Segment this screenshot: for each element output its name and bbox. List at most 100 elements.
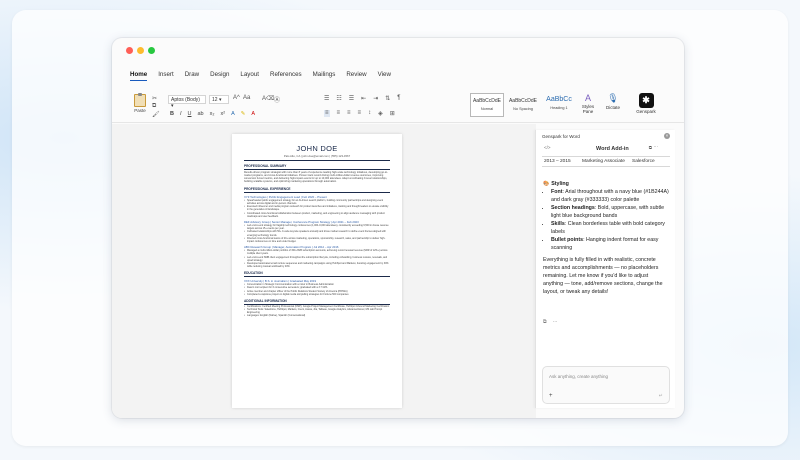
copy-icon[interactable]: ⧉ (152, 103, 156, 110)
genspark-logo-icon: ✱ (638, 93, 654, 108)
style-label: No Spacing (513, 107, 533, 111)
font-size-select[interactable]: 12 ▾ (209, 95, 229, 104)
style-heading-1[interactable]: AaBbCc Heading 1 (542, 93, 576, 117)
style-sample: AaBbCcDdE (508, 98, 538, 104)
superscript-icon[interactable]: x² (221, 111, 226, 117)
list-item: Bullet points: Hanging indent format for… (551, 236, 669, 252)
change-case-icon[interactable]: Ⓐ (274, 95, 280, 104)
strikethrough-icon[interactable]: ab (198, 111, 204, 117)
table-cell: Marketing Associate (580, 156, 630, 167)
chat-input[interactable]: Ask anything, create anything (549, 374, 608, 379)
dictate-label: Dictate (605, 105, 620, 110)
justify-icon[interactable]: ≡ (358, 110, 362, 117)
table-cell: 2013 – 2015 (542, 156, 580, 167)
close-window-button[interactable] (126, 47, 133, 54)
increase-indent-icon[interactable]: ⇥ (373, 95, 378, 102)
tab-mailings[interactable]: Mailings (313, 71, 336, 81)
item-text: : Arial throughout with a navy blue (#1B… (551, 189, 669, 203)
show-marks-icon[interactable]: ¶ (397, 95, 400, 102)
tab-view[interactable]: View (378, 71, 391, 81)
tab-references[interactable]: References (270, 71, 302, 81)
bullets-icon[interactable]: ☰ (324, 95, 329, 102)
chat-composer[interactable]: Ask anything, create anything + ↵ (542, 366, 670, 404)
tab-home[interactable]: Home (130, 71, 148, 81)
genspark-addin-panel: Genspark for Word × </> Word Add-in ⧉ ··… (535, 130, 675, 408)
numbering-icon[interactable]: ☷ (336, 95, 341, 102)
add-attachment-icon[interactable]: + (549, 393, 553, 399)
assistant-message: 🎨 Styling Font: Arial throughout with a … (543, 180, 669, 296)
minimize-window-button[interactable] (137, 47, 144, 54)
list-item: Skills: Clean borderless table with bold… (551, 220, 669, 236)
styles-pane-button[interactable]: A Styles Pane (580, 93, 596, 114)
shrink-font-icon[interactable]: Aa (243, 95, 250, 101)
cut-icon[interactable]: ✂ (152, 95, 157, 102)
clear-formatting-icon[interactable]: A⌫ (262, 95, 275, 102)
borders-icon[interactable]: ⊞ (390, 110, 395, 117)
additional-bullet: Languages: English (Native), Spanish (Co… (244, 314, 390, 317)
highlight-icon[interactable]: ✎ (241, 111, 246, 117)
open-external-icon[interactable]: ⧉ (649, 145, 652, 150)
style-sample: AaBbCcDdE (472, 98, 502, 104)
shading-icon[interactable]: ◈ (378, 110, 383, 117)
grow-font-icon[interactable]: A^ (233, 95, 240, 101)
tab-layout[interactable]: Layout (240, 71, 259, 81)
summary-text: Results-driven program strategist with m… (244, 170, 388, 184)
align-right-icon[interactable]: ≡ (347, 110, 351, 117)
font-name-select[interactable]: Aptos (Body) ▾ (168, 95, 206, 109)
tab-design[interactable]: Design (210, 71, 229, 81)
underline-icon[interactable]: U (188, 111, 192, 117)
styling-title: Styling (551, 181, 569, 187)
code-icon[interactable]: </> (544, 145, 551, 150)
line-spacing-icon[interactable]: ↕ (368, 110, 371, 117)
subscript-icon[interactable]: x₂ (210, 111, 215, 117)
item-label: Bullet points (551, 237, 584, 243)
paste-button[interactable]: Paste (130, 93, 150, 113)
preview-table: 2013 – 2015 Marketing Associate Salesfor… (542, 156, 670, 167)
format-painter-icon[interactable]: 🖌 (152, 111, 160, 118)
resume-contact: Palo Alto, CA | john.doe@email.com | (55… (244, 154, 390, 161)
copy-icon[interactable]: ⧉ (543, 319, 547, 325)
paragraph-row-1: ☰ ☷ ☰ ⇤ ⇥ ⇅ ¶ (324, 95, 401, 102)
align-left-icon[interactable]: ≡ (324, 110, 330, 117)
decrease-indent-icon[interactable]: ⇤ (361, 95, 366, 102)
tab-insert[interactable]: Insert (158, 71, 173, 81)
list-item: Font: Arial throughout with a navy blue … (551, 188, 669, 204)
align-center-icon[interactable]: ≡ (337, 110, 341, 117)
sort-icon[interactable]: ⇅ (385, 95, 390, 102)
styling-list: Font: Arial throughout with a navy blue … (551, 188, 669, 252)
tab-draw[interactable]: Draw (185, 71, 199, 81)
more-icon[interactable]: ··· (553, 319, 558, 325)
document-canvas: JOHN DOE Palo Alto, CA | john.doe@email.… (112, 124, 536, 418)
section-heading: EDUCATION (244, 271, 390, 277)
document-page[interactable]: JOHN DOE Palo Alto, CA | john.doe@email.… (232, 134, 402, 408)
style-no-spacing[interactable]: AaBbCcDdE No Spacing (506, 93, 540, 117)
genspark-button[interactable]: ✱ Genspark (633, 93, 659, 114)
resume-name: JOHN DOE (296, 144, 338, 153)
multilevel-list-icon[interactable]: ☰ (349, 95, 354, 102)
clipboard-icon (134, 93, 146, 107)
styles-gallery: AaBbCcDdE Normal AaBbCcDdE No Spacing Aa… (470, 93, 580, 117)
more-options-icon[interactable]: ··· (654, 144, 659, 149)
dictate-button[interactable]: 🎙 Dictate (602, 93, 624, 110)
section-heading: PROFESSIONAL SUMMARY (244, 164, 390, 170)
styles-pane-icon: A (584, 93, 591, 103)
font-color-icon[interactable]: A (251, 111, 255, 117)
maximize-window-button[interactable] (148, 47, 155, 54)
style-label: Normal (480, 107, 494, 111)
bold-icon[interactable]: B (170, 111, 174, 117)
text-effects-icon[interactable]: A (231, 111, 235, 117)
italic-icon[interactable]: I (180, 111, 182, 117)
tab-review[interactable]: Review (346, 71, 366, 81)
paste-label: Paste (134, 108, 146, 113)
palette-icon: 🎨 (543, 181, 550, 187)
education-bullet: Completed a capstone project on digital … (244, 293, 390, 296)
send-icon[interactable]: ↵ (659, 393, 663, 399)
item-label: Font (551, 189, 563, 195)
paragraph-row-2: ≡ ≡ ≡ ≡ ↕ ◈ ⊞ (324, 110, 395, 117)
close-icon[interactable]: × (664, 133, 670, 139)
ribbon-toolbar: Paste ✂ ⧉ 🖌 Aptos (Body) ▾ 12 ▾ A^ Aa A⌫… (112, 89, 684, 123)
table-cell: Salesforce (630, 156, 670, 167)
style-normal[interactable]: AaBbCcDdE Normal (470, 93, 504, 117)
job-bullet: Directed cross-functional teams of 20+ a… (244, 237, 390, 243)
job-bullet: Coordinated cross-functional collaborati… (244, 212, 390, 218)
